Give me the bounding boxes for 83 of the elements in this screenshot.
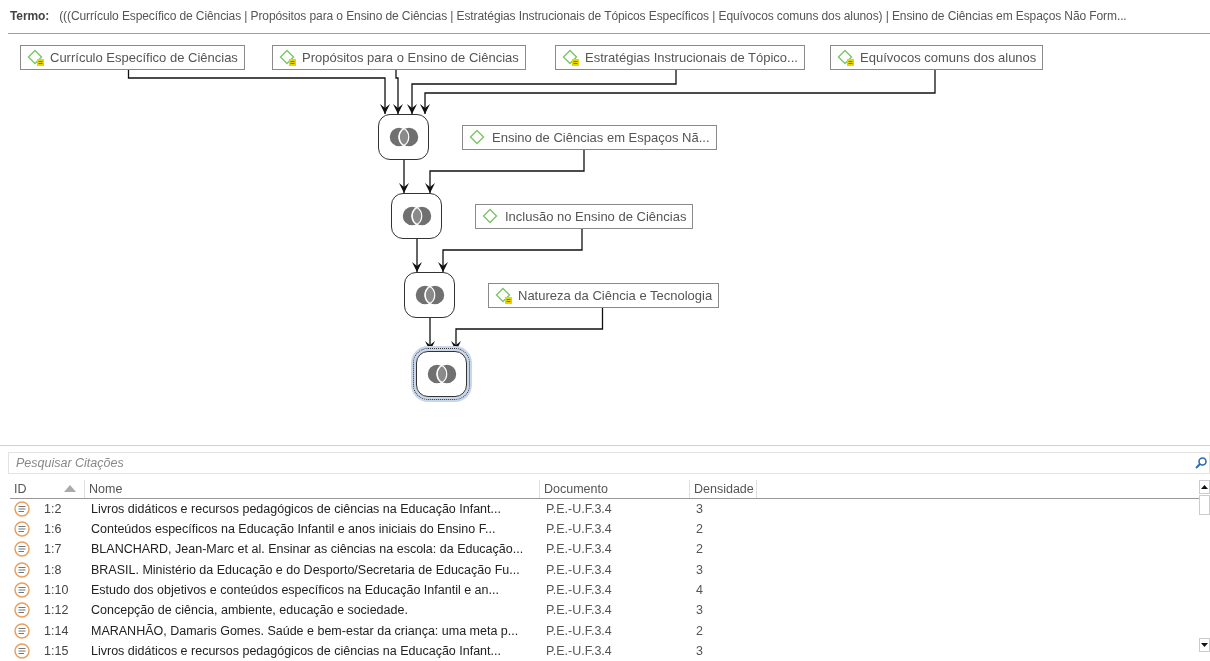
diamond-icon xyxy=(562,49,578,66)
name-cell-text: MARANHÃO, Damaris Gomes. Saúde e bem-estar da criança: uma meta p... xyxy=(90,623,520,638)
code-label: Inclusão no Ensino de Ciências xyxy=(505,208,687,224)
diamond-icon xyxy=(837,49,853,66)
column-header[interactable]: Documento xyxy=(540,479,690,498)
connector-arrow xyxy=(399,159,409,194)
connector-arrow xyxy=(412,238,422,273)
density-cell-text: 3 xyxy=(695,562,704,577)
operator-node[interactable] xyxy=(404,271,455,318)
diamond-icon xyxy=(279,49,295,66)
document-cell-text: P.E.-U.F.3.4 xyxy=(545,623,613,638)
density-cell-text: 3 xyxy=(695,643,704,658)
quotation-icon xyxy=(14,602,30,619)
density-cell-text: 4 xyxy=(695,582,704,597)
column-header[interactable]: Nome xyxy=(85,479,540,498)
name-cell-text: Conteúdos específicos na Educação Infantil e anos iniciais do Ensino F... xyxy=(90,522,497,537)
code-label: Equívocos comuns dos alunos xyxy=(860,49,1037,65)
code-label: Estratégias Instrucionais de Tópico... xyxy=(585,49,798,65)
id-cell: 1:7 xyxy=(44,542,62,557)
name-cell-text: BRASIL. Ministério da Educação e do Desporto/Secretaria de Educação Fu... xyxy=(90,562,521,577)
code-node[interactable]: Estratégias Instrucionais de Tópico... xyxy=(555,44,805,70)
document-cell-text: P.E.-U.F.3.4 xyxy=(545,582,613,597)
term-expression: (((Currículo Específico de Ciências | Propósitos para o Ensino de Ciências | Estratégias Instrucionais de Tópicos Específicos | Equívocos comuns dos alunos) | Ensino de Ciências em Espaços Não Form... xyxy=(59,9,1127,24)
quotation-icon xyxy=(14,521,30,538)
name-cell-text: Estudo dos objetivos e conteúdos específicos na Educação Infantil e an... xyxy=(90,582,500,597)
quotation-icon xyxy=(14,642,30,659)
code-label: Natureza da Ciência e Tecnologia xyxy=(518,287,713,303)
quotation-icon xyxy=(14,500,30,517)
code-node[interactable]: Propósitos para o Ensino de Ciências xyxy=(272,44,526,70)
code-label: Currículo Específico de Ciências xyxy=(50,49,238,65)
connector-arrow xyxy=(393,69,403,115)
quotation-icon xyxy=(14,622,30,639)
quotation-icon xyxy=(14,561,30,578)
code-label: Propósitos para o Ensino de Ciências xyxy=(302,49,519,65)
id-cell: 1:12 xyxy=(44,603,69,618)
scroll-thumb[interactable] xyxy=(1199,494,1210,515)
search-input[interactable]: Pesquisar Citações xyxy=(14,454,1195,471)
density-cell-text: 2 xyxy=(695,522,704,537)
column-header[interactable]: Densidade xyxy=(690,479,757,498)
intersection-icon xyxy=(424,361,459,386)
density-cell-text: 2 xyxy=(695,542,704,557)
document-cell-text: P.E.-U.F.3.4 xyxy=(545,542,613,557)
diamond-icon xyxy=(495,287,511,304)
name-cell-text: Livros didáticos e recursos pedagógicos de ciências na Educação Infant... xyxy=(90,643,502,658)
intersection-icon xyxy=(412,282,447,307)
term-label: Termo: xyxy=(10,9,50,24)
scroll-down-icon[interactable] xyxy=(1199,637,1210,652)
intersection-icon xyxy=(386,124,421,149)
document-cell-text: P.E.-U.F.3.4 xyxy=(545,501,613,516)
diamond-icon xyxy=(469,129,485,146)
quotation-icon xyxy=(14,581,30,598)
name-cell-text: Livros didáticos e recursos pedagógicos de ciências na Educação Infant... xyxy=(90,501,502,516)
id-cell: 1:6 xyxy=(44,522,62,537)
density-cell-text: 3 xyxy=(695,501,704,516)
id-cell: 1:15 xyxy=(44,643,69,658)
diamond-icon xyxy=(482,208,498,225)
document-cell-text: P.E.-U.F.3.4 xyxy=(545,603,613,618)
document-cell-text: P.E.-U.F.3.4 xyxy=(545,643,613,658)
name-cell-text: BLANCHARD, Jean-Marc et al. Ensinar as ciências na escola: da Educação... xyxy=(90,542,525,557)
code-node[interactable]: Ensino de Ciências em Espaços Nã... xyxy=(462,124,717,150)
scroll-up-icon[interactable] xyxy=(1199,479,1210,494)
operator-node[interactable] xyxy=(378,113,429,160)
density-cell-text: 2 xyxy=(695,623,704,638)
id-cell: 1:14 xyxy=(44,623,69,638)
intersection-icon xyxy=(399,203,434,228)
diamond-icon xyxy=(27,49,43,66)
code-node[interactable]: Natureza da Ciência e Tecnologia xyxy=(488,282,720,308)
search-icon xyxy=(1195,456,1207,469)
id-cell: 1:2 xyxy=(44,501,62,516)
code-label: Ensino de Ciências em Espaços Nã... xyxy=(492,129,710,145)
code-node[interactable]: Inclusão no Ensino de Ciências xyxy=(475,203,694,229)
search-field[interactable]: Pesquisar Citações xyxy=(8,451,1210,474)
density-cell-text: 3 xyxy=(695,603,704,618)
name-cell-text: Concepção de ciência, ambiente, educação e sociedade. xyxy=(90,603,409,618)
id-cell: 1:10 xyxy=(44,582,69,597)
operator-node[interactable] xyxy=(391,192,442,239)
quotation-icon xyxy=(14,541,30,558)
id-cell: 1:8 xyxy=(44,562,62,577)
code-node[interactable]: Equívocos comuns dos alunos xyxy=(830,44,1044,70)
code-node[interactable]: Currículo Específico de Ciências xyxy=(20,44,245,70)
document-cell-text: P.E.-U.F.3.4 xyxy=(545,522,613,537)
column-header[interactable]: ID xyxy=(10,479,85,498)
document-cell-text: P.E.-U.F.3.4 xyxy=(545,562,613,577)
